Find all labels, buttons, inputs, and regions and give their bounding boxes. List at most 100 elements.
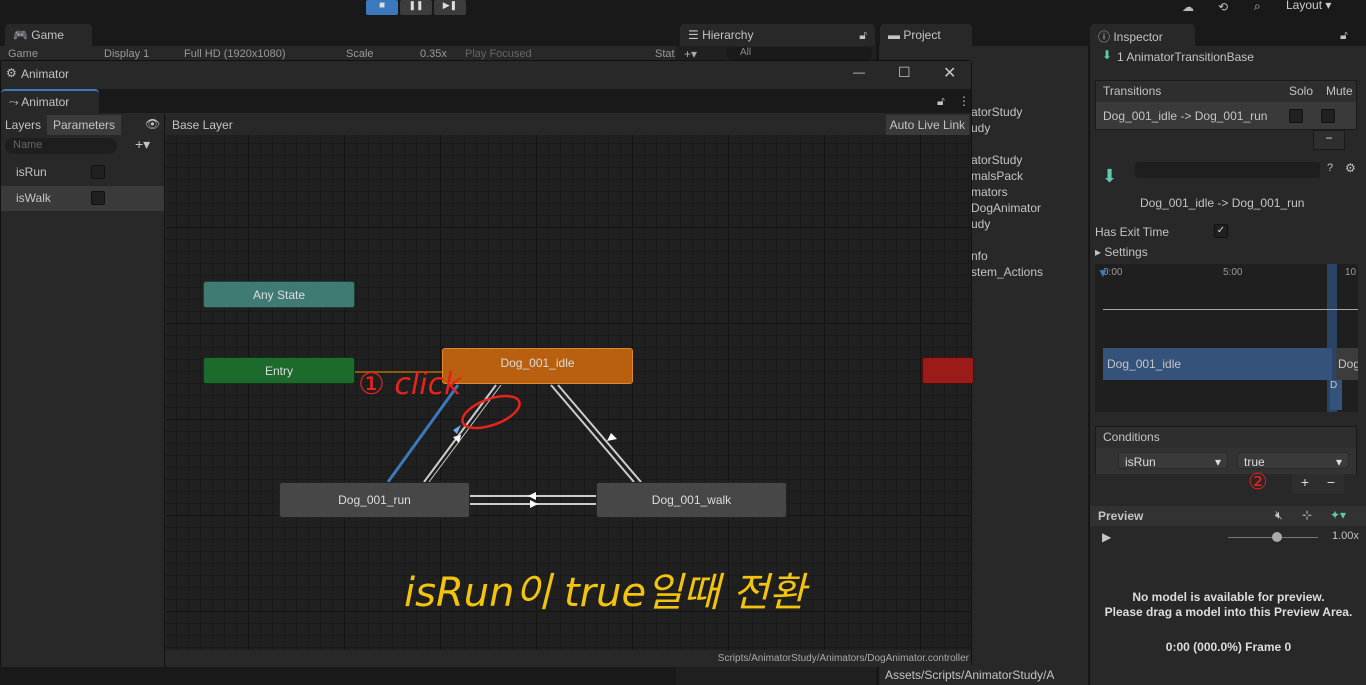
add-condition-button[interactable]: + [1292,474,1318,494]
window-titlebar[interactable]: ⚙ Animator — ☐ ✕ [1,61,971,87]
has-exit-time-checkbox[interactable]: ✓ [1214,224,1228,238]
tab-layers[interactable]: Layers [5,118,41,132]
project-item[interactable]: udy [971,216,1043,232]
auto-live-link-button[interactable]: Auto Live Link [885,115,969,135]
more-menu-icon[interactable]: ⋮ [958,94,970,108]
settings-foldout[interactable]: ▸ Settings [1095,245,1148,259]
speed-slider-handle[interactable] [1272,532,1282,542]
project-item[interactable]: stem_Actions [971,264,1043,280]
transition-timeline[interactable]: 0:00 5:00 10 ▼ Dog_001_idle Dog D [1095,264,1358,412]
project-tab-label: Project [903,28,941,42]
game-toolbar: Game Display 1 Full HD (1920x1080) Scale… [0,46,676,60]
parameter-checkbox[interactable] [91,165,105,179]
condition-value-dropdown[interactable]: true ▾ [1237,452,1349,469]
search-icon[interactable]: ⌕ [1254,0,1261,14]
animator-icon: ⚙ [6,66,17,80]
transition-icon: ⬇ [1102,166,1118,186]
display-dropdown[interactable]: Display 1 [104,48,149,60]
parameter-search-input[interactable]: Name [5,138,117,154]
project-item[interactable]: atorStudy [971,152,1043,168]
gear-icon[interactable]: ⚙ [1345,161,1356,175]
resolution-dropdown[interactable]: Full HD (1920x1080) [184,48,286,60]
tab-project[interactable]: ▬ Project [880,24,972,46]
parameter-name: isRun [16,165,47,179]
project-item[interactable]: mators [971,184,1043,200]
close-button[interactable]: ✕ [943,63,956,83]
maximize-button[interactable]: ☐ [898,64,911,81]
project-item[interactable]: DogAnimator [971,200,1043,216]
state-dog-idle[interactable]: Dog_001_idle [442,348,633,384]
lock-icon[interactable]: 🔓︎ [937,94,945,109]
preview-frame: 0:00 (000.0%) Frame 0 [1165,640,1292,654]
transitions-label: Transitions [1103,84,1162,98]
state-exit[interactable] [922,357,974,384]
state-entry[interactable]: Entry [203,357,355,384]
game-display-dropdown[interactable]: Game [8,48,38,60]
play-mode-dropdown[interactable]: Play Focused [465,48,532,60]
search-placeholder: Name [13,139,43,151]
layout-dropdown[interactable]: Layout ▾ [1286,0,1331,12]
hierarchy-add-button[interactable]: +▾ [684,47,697,61]
cloud-icon[interactable]: ☁ [1182,0,1194,14]
scale-value[interactable]: 0.35x [420,48,447,60]
eye-icon[interactable]: 👁︎ [145,117,160,131]
state-dog-walk[interactable]: Dog_001_walk [596,482,787,518]
remove-condition-button[interactable]: − [1318,474,1344,494]
state-any-state[interactable]: Any State [203,281,355,308]
project-item[interactable]: udy [971,120,1043,136]
add-parameter-button[interactable]: +▾ [135,136,150,153]
state-dog-run[interactable]: Dog_001_run [279,482,470,518]
tab-parameters[interactable]: Parameters [47,115,122,135]
remove-transition-button[interactable]: − [1313,130,1345,150]
transition-row[interactable]: Dog_001_idle -> Dog_001_run [1096,102,1356,129]
parameter-checkbox[interactable] [91,191,105,205]
hierarchy-search-input[interactable]: All [726,47,872,60]
tab-inspector[interactable]: ⓘ Inspector [1090,24,1195,46]
mute-preview-icon[interactable]: 🔇︎ [1275,508,1283,523]
tab-animator[interactable]: ⤳ Animator [1,89,99,113]
project-item[interactable]: atorStudy [971,104,1043,120]
mute-checkbox[interactable] [1321,109,1335,123]
playhead-marker[interactable]: ▼ [1097,266,1109,280]
breadcrumb-bar: Base Layer Auto Live Link [166,114,971,135]
inspector-tab-label: Inspector [1113,30,1163,44]
project-item[interactable]: malsPack [971,168,1043,184]
controller-path: Scripts/AnimatorStudy/Animators/DogAnima… [717,653,969,664]
play-stop-button[interactable]: ■ [366,0,398,15]
condition-param: isRun [1125,455,1156,469]
avatar-icon[interactable]: ✦▾ [1330,508,1346,522]
parameter-row[interactable]: isWalk [1,186,164,211]
lock-icon[interactable]: 🔓︎ [1340,28,1348,43]
timeline-tick: 5:00 [1223,267,1243,278]
tab-hierarchy[interactable]: ☰ Hierarchy 🔓︎ [680,24,875,46]
stats-button[interactable]: Stat [655,48,675,60]
pivot-icon[interactable]: ⊹ [1302,508,1312,522]
state-graph[interactable]: Any State Entry Dog_001_idle Dog_001_run… [166,135,974,650]
solo-label: Solo [1289,84,1314,98]
dest-clip-short: D [1330,380,1338,391]
top-toolbar [0,0,1366,20]
condition-value: true [1244,455,1265,469]
has-exit-time-label: Has Exit Time [1095,225,1170,239]
history-icon[interactable]: ⟲ [1218,0,1228,14]
condition-row[interactable]: isRun ▾ true ▾ [1096,448,1356,474]
help-icon[interactable]: ? [1327,162,1333,174]
window-title: Animator [21,67,70,81]
transition-title: Dog_001_idle -> Dog_001_run [1140,196,1305,210]
project-path: Assets/Scripts/AnimatorStudy/A [885,668,1055,682]
solo-checkbox[interactable] [1289,109,1303,123]
preview-play-button[interactable]: ▶ [1102,530,1111,544]
minimize-button[interactable]: — [853,65,865,79]
layout-label: Layout [1286,0,1323,12]
pause-button[interactable]: ❚❚ [400,0,432,15]
project-item[interactable]: nfo [971,248,1043,264]
breadcrumb[interactable]: Base Layer [172,118,233,132]
step-button[interactable]: ▶❚ [434,0,466,15]
parameter-row[interactable]: isRun [1,160,164,185]
annotation-caption: isRun이 true일때 전환 [404,570,806,616]
preview-speed: 1.00x [1332,530,1359,542]
tab-game[interactable]: 🎮 Game [5,24,92,46]
condition-parameter-dropdown[interactable]: isRun ▾ [1118,452,1228,469]
transition-name-input[interactable] [1135,162,1320,178]
lock-icon[interactable]: 🔓︎ [859,28,867,43]
